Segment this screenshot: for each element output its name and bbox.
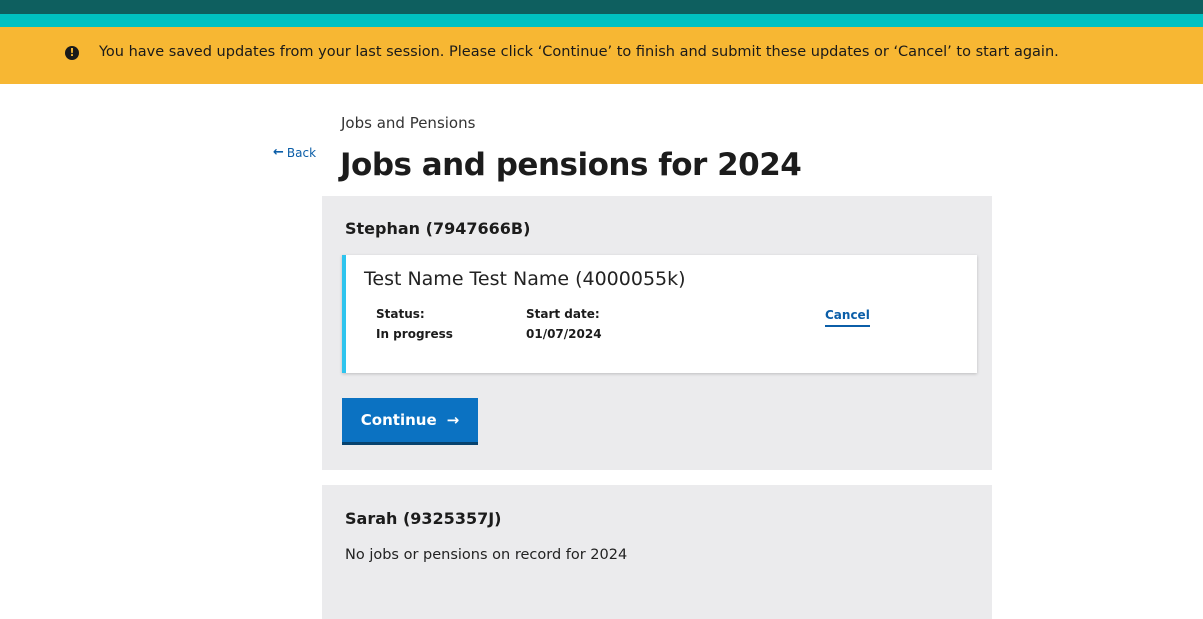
- arrow-left-icon: ←: [273, 145, 284, 160]
- continue-button[interactable]: Continue →: [342, 398, 478, 445]
- start-date-label: Start date:: [526, 307, 600, 321]
- arrow-right-icon: →: [446, 411, 460, 429]
- start-date-value: 01/07/2024: [526, 327, 602, 341]
- page-title: Jobs and pensions for 2024: [340, 147, 802, 183]
- banner-message: You have saved updates from your last se…: [99, 44, 1059, 60]
- saved-updates-banner: ! You have saved updates from your last …: [0, 27, 1203, 84]
- back-link[interactable]: ← Back: [273, 145, 316, 160]
- person-panel-sarah: Sarah (9325357J) No jobs or pensions on …: [322, 485, 992, 619]
- back-label: Back: [286, 145, 317, 160]
- person-panel-stephan: Stephan (7947666B) Test Name Test Name (…: [322, 196, 992, 470]
- status-value: In progress: [376, 327, 453, 341]
- person-heading: Stephan (7947666B): [345, 219, 531, 238]
- header-stripe-dark: [0, 0, 1203, 14]
- person-heading: Sarah (9325357J): [345, 509, 502, 528]
- continue-label: Continue: [360, 411, 437, 429]
- breadcrumb: Jobs and Pensions: [341, 114, 476, 132]
- record-title: Test Name Test Name (4000055k): [364, 268, 686, 290]
- cancel-link[interactable]: Cancel: [825, 308, 870, 327]
- status-label: Status:: [376, 307, 425, 321]
- employment-record-card: Test Name Test Name (4000055k) Status: I…: [342, 255, 977, 373]
- no-records-message: No jobs or pensions on record for 2024: [345, 547, 628, 563]
- header-stripe-teal: [0, 14, 1203, 27]
- exclamation-circle-icon: !: [65, 46, 79, 60]
